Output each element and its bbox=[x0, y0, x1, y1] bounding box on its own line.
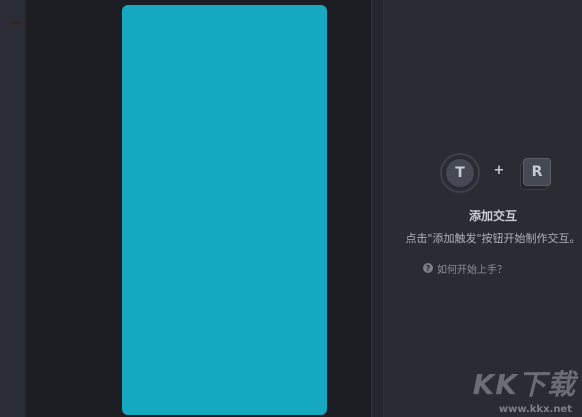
response-badge: R bbox=[523, 158, 551, 186]
interaction-panel: T + R 添加交互 点击"添加触发"按钮开始制作交互。 ? 如何开始上手？ K… bbox=[384, 0, 582, 417]
watermark: KK下载 www.kkx.net bbox=[458, 363, 576, 415]
plus-icon: + bbox=[493, 163, 505, 178]
artboard-frame[interactable] bbox=[122, 5, 327, 415]
interaction-diagram: T + R bbox=[440, 153, 560, 195]
panel-divider[interactable] bbox=[371, 0, 384, 417]
watermark-url: www.kkx.net bbox=[498, 404, 572, 415]
watermark-logo: KK下载 bbox=[472, 368, 576, 401]
trigger-badge: T bbox=[446, 159, 474, 187]
help-link-label: 如何开始上手？ bbox=[437, 264, 507, 276]
empty-state-title: 添加交互 bbox=[468, 209, 517, 223]
trigger-icon: T bbox=[440, 153, 480, 193]
panel-marker bbox=[10, 22, 22, 24]
empty-state-description: 点击"添加触发"按钮开始制作交互。 bbox=[405, 232, 581, 245]
design-canvas[interactable] bbox=[26, 0, 371, 417]
left-side-panel bbox=[0, 0, 26, 417]
question-icon: ? bbox=[423, 263, 433, 273]
help-link[interactable]: ? 如何开始上手？ bbox=[423, 261, 553, 276]
